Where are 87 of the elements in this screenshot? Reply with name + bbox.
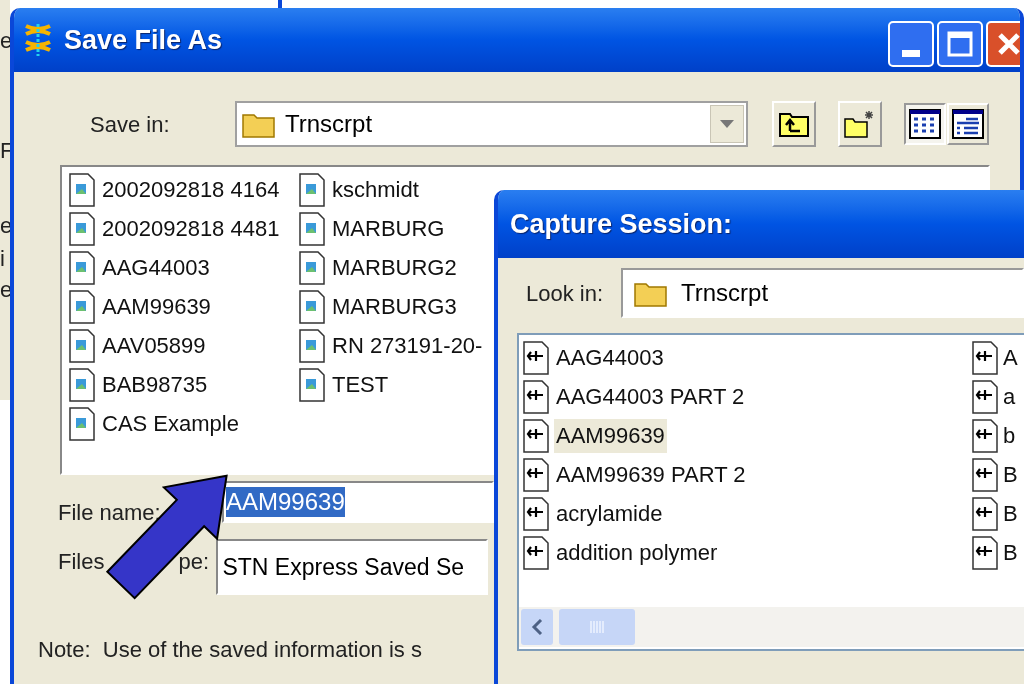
file-name[interactable]: addition polymer [554,535,720,570]
file-name[interactable]: AAG44003 PART 2 [554,379,747,414]
file-name: AAG44003 [102,254,210,282]
look-in-dropdown[interactable]: Trnscrpt [620,268,1024,318]
maximize-button[interactable] [937,21,983,67]
file-name[interactable]: AAM99639 PART 2 [554,457,748,492]
files-of-type-label: pe: [178,548,211,576]
document-icon [68,405,96,442]
file-name: B [1003,461,1018,489]
new-folder-button[interactable] [838,101,882,147]
document-icon [68,288,96,325]
file-name: B [1003,500,1018,528]
note-text: Note: Use of the saved information is s [38,636,423,664]
file-name-label: File name: [58,498,162,527]
file-name: kschmidt [332,176,419,204]
session-file-icon [971,339,999,376]
session-file-icon [971,534,999,571]
maximize-icon [947,31,973,57]
file-name: AAV05899 [102,332,206,360]
up-folder-icon [778,110,810,138]
file-name: TEST [332,371,389,399]
session-file-icon [522,495,550,532]
file-name: MARBURG [332,215,445,243]
session-file-icon [522,417,550,454]
app-icon [22,22,54,58]
file-name[interactable]: AAM99639 [554,418,667,453]
save-in-label: Save in: [90,110,171,139]
session-file-icon [522,534,550,571]
file-name: 2002092818 4481 [102,215,280,243]
document-icon [298,210,326,247]
file-name: MARBURG2 [332,254,457,282]
file-name: A [1003,344,1018,372]
scrollbar-thumb[interactable] [559,609,635,645]
file-name[interactable]: AAG44003 [554,340,666,375]
document-icon [298,288,326,325]
file-name: MARBURG3 [332,293,457,321]
grip-icon [590,621,604,633]
document-icon [298,327,326,364]
file-type: STN Express Saved Se [222,552,465,582]
document-icon [68,327,96,364]
document-icon [298,171,326,208]
file-name-field[interactable]: AAM99639 [222,481,494,523]
session-file-icon [971,456,999,493]
document-icon [298,249,326,286]
up-folder-button[interactable] [772,101,816,147]
close-button[interactable] [986,21,1020,67]
minimize-button[interactable] [888,21,934,67]
horizontal-scrollbar[interactable] [519,607,1024,647]
file-name: BAB98735 [102,371,208,399]
session-file-icon [522,378,550,415]
document-icon [68,366,96,403]
file-name: CAS Example [102,410,239,438]
file-name: B [1003,539,1018,567]
document-icon [68,249,96,286]
session-file-icon [971,378,999,415]
window-title: Save File As [64,23,223,57]
details-view-button[interactable] [947,103,989,145]
file-name[interactable]: acrylamide [554,496,665,531]
save-in-dropdown[interactable]: Trnscrpt [235,101,748,147]
file-name: b [1003,422,1016,450]
document-icon [298,366,326,403]
caret-icon [720,120,734,128]
file-name: RN 273191-20- [332,332,483,360]
session-file-icon [522,456,550,493]
document-icon [68,171,96,208]
files-of-type-dropdown[interactable]: STN Express Saved Se [216,539,489,595]
look-in-label: Look in: [526,279,605,308]
session-file-icon [522,339,550,376]
scroll-left-button[interactable] [521,609,553,645]
file-name: a [1003,383,1016,411]
close-icon [997,32,1020,56]
list-view-button[interactable] [904,103,946,145]
folder-name: Trnscrpt [285,109,374,139]
minimize-icon [902,50,920,57]
window-title: Capture Session: [510,207,733,241]
folder-name: Trnscrpt [680,278,769,308]
list-view-icon [909,109,941,139]
session-file-icon [971,417,999,454]
window-text: i [0,248,5,270]
file-name: 2002092818 4164 [102,176,280,204]
details-view-icon [952,109,984,139]
selected-text: AAM99639 [226,487,345,517]
dropdown-button[interactable] [710,105,744,143]
document-icon [68,210,96,247]
session-file-icon [971,495,999,532]
file-name: AAM99639 [102,293,211,321]
files-of-type-label: Files [58,548,105,576]
